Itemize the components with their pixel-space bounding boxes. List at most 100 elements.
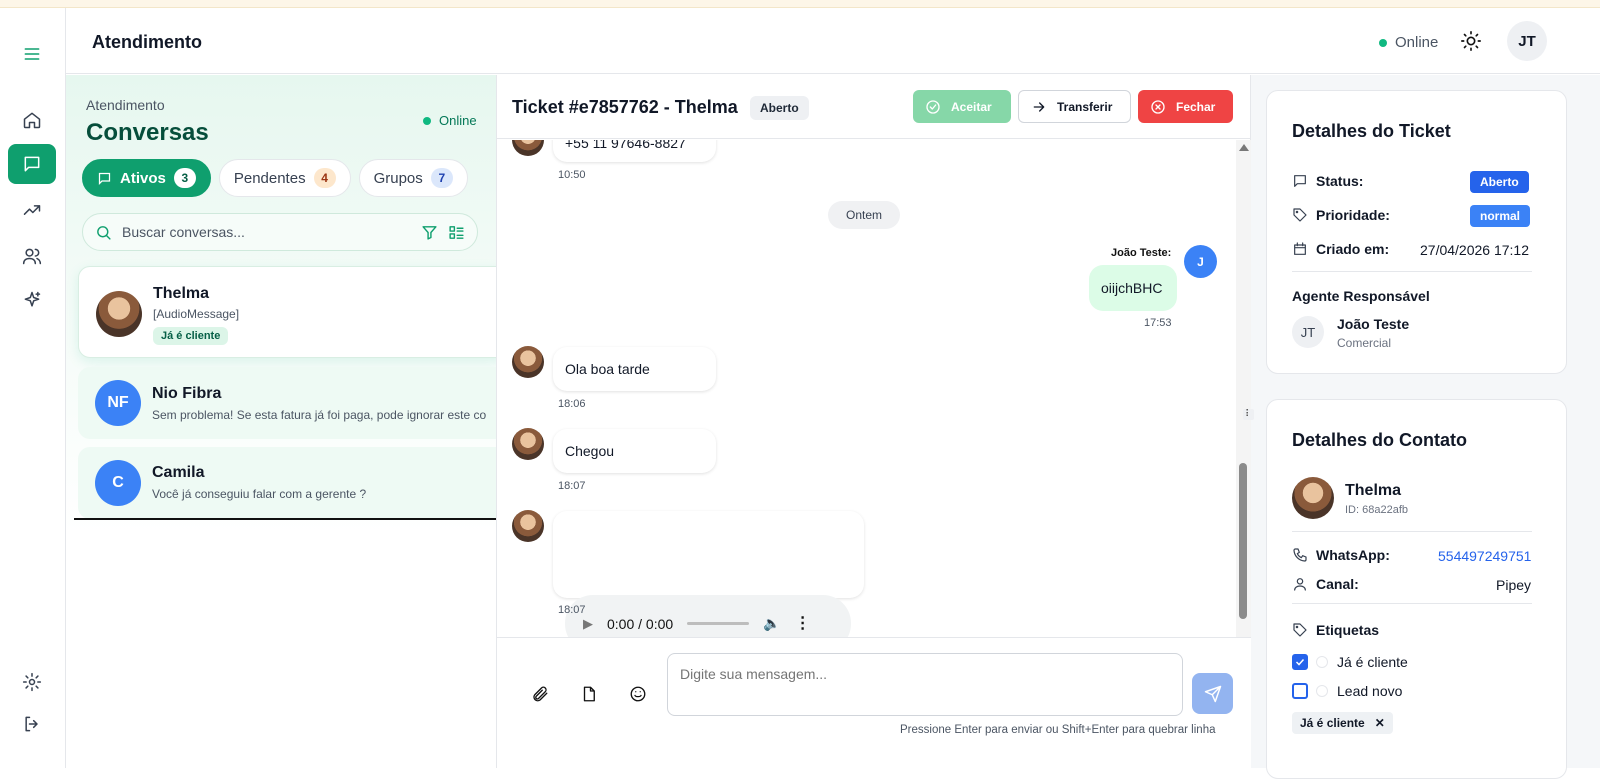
ticket-status-label: Status: [1316,173,1364,189]
sparkles-icon[interactable] [8,280,56,320]
check-icon [1295,658,1305,666]
conversation-preview: Sem problema! Se esta fatura já foi paga… [152,408,487,422]
close-button[interactable]: Fechar [1138,90,1233,123]
tag-icon [1293,208,1307,222]
scrollbar-thumb[interactable] [1239,463,1247,619]
contact-avatar [1292,477,1334,519]
search-input[interactable] [122,224,411,240]
message-composer: Pressione Enter para enviar ou Shift+Ent… [497,637,1251,768]
contact-avatar [512,140,544,156]
conversation-preview: [AudioMessage] [153,307,240,321]
scroll-up-icon[interactable] [1239,144,1249,151]
chat-panel: Ticket #e7857762 - Thelma Aberto Aceitar… [497,75,1251,768]
tab-grupos[interactable]: Grupos 7 [358,159,468,197]
chat-icon [1294,175,1306,187]
ticket-priority-badge: normal [1470,205,1531,227]
theme-toggle-icon[interactable] [1460,30,1482,52]
accept-button[interactable]: Aceitar [913,90,1011,123]
users-icon[interactable] [8,236,56,276]
x-circle-icon [1151,99,1165,114]
agent-section-title: Agente Responsável [1292,288,1430,304]
date-separator: Ontem [828,201,900,229]
logout-icon[interactable] [8,704,56,744]
tab-grupos-label: Grupos [373,169,423,187]
conversation-preview: Você já conseguiu falar com a gerente ? [152,487,367,501]
tab-ativos-label: Ativos [120,169,166,187]
tab-pendentes[interactable]: Pendentes 4 [218,159,351,197]
contact-avatar [512,346,544,378]
remove-tag-icon[interactable]: ✕ [1375,716,1385,730]
message-input[interactable] [667,653,1183,716]
conversations-subtitle: Atendimento [86,97,165,113]
transfer-button[interactable]: Transferir [1018,90,1131,123]
contact-avatar [512,510,544,542]
message-scrollbar[interactable] [1236,140,1251,702]
home-icon[interactable] [8,100,56,140]
message-list: +55 11 97646-8827 10:50 Ontem João Teste… [497,140,1237,702]
page-title: Atendimento [92,32,202,52]
send-icon [1204,685,1221,702]
contact-details-title: Detalhes do Contato [1292,430,1468,450]
trending-icon[interactable] [8,190,56,230]
composer-hint: Pressione Enter para enviar ou Shift+Ent… [900,724,1216,736]
message-text: +55 11 97646-8827 [565,140,686,151]
audio-progress[interactable] [687,622,750,625]
conversation-item-camila[interactable]: C Camila Você já conseguiu falar com a g… [78,447,496,519]
ticket-status-badge: Aberto [750,96,809,120]
resize-handle-icon[interactable]: ⠇ [1243,409,1255,420]
chat-nav-icon[interactable] [8,144,56,184]
tag-checkbox-lead-novo[interactable] [1292,683,1308,699]
online-status-label: Online [1395,34,1439,51]
agent-name: João Teste [1337,316,1410,332]
selected-tag-chip: Já é cliente ✕ [1292,712,1393,734]
attach-icon[interactable] [529,683,551,705]
message-text: oiijchBHC [1101,280,1163,296]
tag-checkbox-ja-e-cliente[interactable] [1292,654,1308,670]
ticket-created-label: Criado em: [1316,241,1390,257]
user-avatar[interactable]: JT [1507,21,1547,61]
contact-details-card: Detalhes do Contato Thelma ID: 68a22afb … [1266,399,1567,779]
contact-avatar: C [95,460,141,506]
channel-value: Pipey [1496,577,1532,593]
contact-avatar [512,428,544,460]
tag-label: Já é cliente [1337,654,1408,670]
tag-icon [1293,623,1307,637]
play-icon[interactable]: ▶ [583,616,593,632]
send-button[interactable] [1192,673,1233,714]
agent-team: Comercial [1337,336,1392,350]
chat-header: Ticket #e7857762 - Thelma Aberto Aceitar… [497,75,1251,139]
contact-avatar [96,291,142,337]
whatsapp-label: WhatsApp: [1316,547,1390,563]
menu-icon[interactable] [8,34,56,74]
status-dot [1379,38,1387,47]
online-status: Online [1379,34,1438,51]
details-panel: ⠇ Detalhes do Ticket Status: Aberto Prio… [1243,75,1600,779]
ticket-created-value: 27/04/2026 17:12 [1420,242,1529,258]
ticket-details-title: Detalhes do Ticket [1292,121,1451,141]
message-bubble: Chegou [553,429,716,473]
conversation-item-thelma[interactable]: Thelma [AudioMessage] Já é cliente [78,266,496,358]
file-icon[interactable] [578,683,600,705]
contact-avatar: NF [95,380,141,426]
sender-avatar: J [1184,245,1217,278]
filter-icon[interactable] [421,224,438,241]
list-view-icon[interactable] [448,224,465,241]
volume-icon[interactable]: 🔈 [763,615,780,632]
conversation-item-nio-fibra[interactable]: NF Nio Fibra Sem problema! Se esta fatur… [78,367,496,439]
emoji-icon[interactable] [627,683,649,705]
user-icon [1294,578,1306,591]
ticket-title: Ticket #e7857762 - Thelma [512,97,738,117]
conversation-name: Camila [152,464,205,481]
message-bubble-own: oiijchBHC [1089,265,1177,311]
calendar-icon [1294,242,1306,255]
whatsapp-link[interactable]: 554497249751 [1438,548,1531,564]
settings-icon[interactable] [8,662,56,702]
more-options-icon[interactable]: ⋮ [795,615,811,632]
tab-ativos[interactable]: Ativos 3 [82,159,211,197]
message-bubble: Ola boa tarde [553,347,716,391]
message-time: 10:50 [558,169,586,181]
chat-icon [98,172,111,185]
agent-avatar: JT [1292,316,1324,348]
accept-label: Aceitar [951,99,992,114]
nav-rail [0,8,66,768]
